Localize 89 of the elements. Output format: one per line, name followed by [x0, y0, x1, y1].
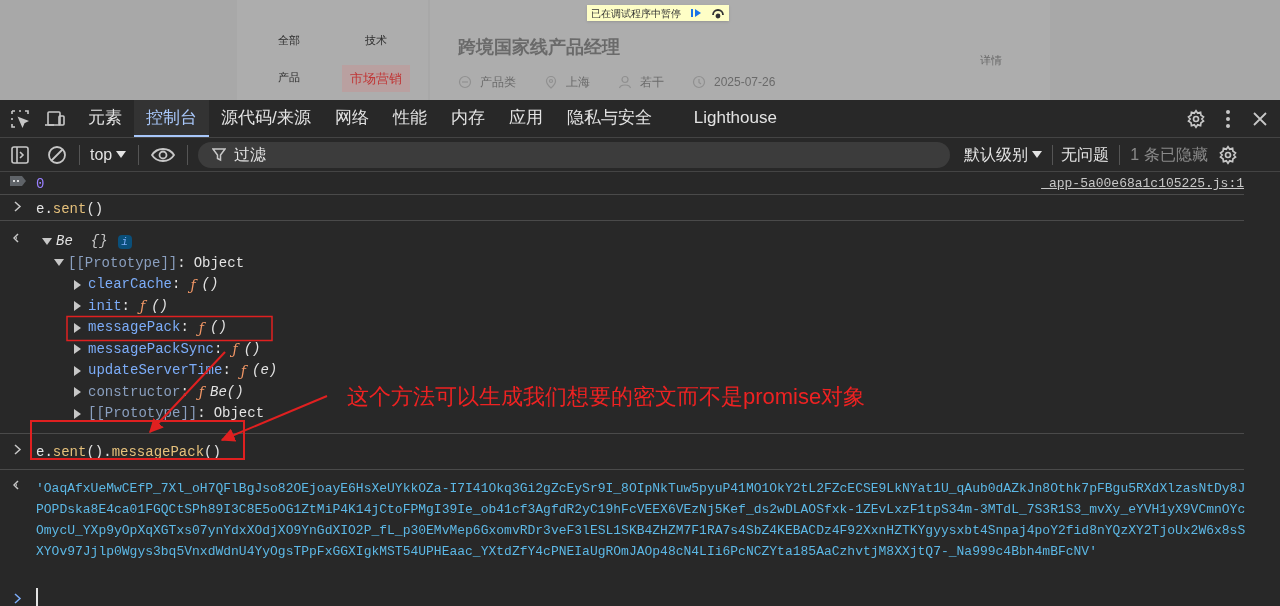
- expand-triangle-icon[interactable]: [74, 387, 81, 398]
- string-result: 'OaqAfxUeMwCEfP_7Xl_oH7QFlBgJso82OEjoayE6HsXeUYkkOZa-I7I41Okq3Gi2gZcEySr9I_8OIpNkTuw5pyuP41MO1OkY2tL2FZcECSE9LkNYat1U_qAub0dAZkJn8Othk7pFBgu5RXdXlzasNtDy8JPOPDska8E4ca01FGQCtSPh89I3C8E5oOG1ZtMiP4K14jCtoFPMgI39Ie_ob41cf3AgfdR2yC19hFcVEEX6VEzNj5Kef_ds2wDLAOSfxk-1ZEvLxzF1tpS34m-3MTdL_7S3R1S3_mvXy_eYVH1yX9VCmnOYcOmycU_YXp9yOpXqXGTxs07ynYdxXOdjXO9YnGdXIO2P_fL_p30EMvMep6GxomvRDr3veF3lESL1SKB4ZHZM7F1RA7s4SbZ4KEBACDz4F92XxnHZTKYgyysxbt4Snpaj4poY2fid8nYQzXY2TjoUx2W6x8sSXYOv97Jjlp0Wgys3bq5VnxdWdnU4YyOgsTPpFxGGXIgkMST54UPHEaac_YXtdZfY4cPNEIaUgROmJAOp48cN4LIi6PcNCZYta185AaCzhvtjM8XXjtQ7-_Na999c4Bbh4mBFcNV': [36, 479, 1246, 561]
- filter-field[interactable]: 过滤: [198, 141, 951, 168]
- function-sign: ƒ: [138, 297, 148, 316]
- log-value: 0: [36, 175, 45, 192]
- input-prompt-icon: [14, 201, 22, 212]
- collapse-triangle-icon[interactable]: [42, 237, 52, 246]
- more-options-icon[interactable]: [1226, 109, 1230, 128]
- log-levels-dropdown[interactable]: 默认级别: [964, 142, 1043, 167]
- job-meta: 2025-07-26: [714, 74, 776, 91]
- filter-icon: [212, 147, 227, 162]
- function-sign: ƒ: [196, 383, 206, 402]
- issues-button[interactable]: 无问题: [1061, 142, 1110, 167]
- function-args: (e): [252, 361, 278, 381]
- category-tab[interactable]: 产品: [269, 64, 308, 92]
- clock-icon: [692, 75, 706, 89]
- resume-icon[interactable]: [689, 7, 703, 19]
- text-cursor: [36, 587, 38, 606]
- eval-badge-icon: [10, 176, 26, 186]
- property-key: [[Prototype]]: [68, 252, 178, 274]
- caret-icon: [116, 151, 127, 158]
- context-selector[interactable]: top: [90, 142, 127, 167]
- step-over-icon[interactable]: [711, 7, 725, 19]
- function-args: (): [243, 339, 261, 359]
- annotation-text: 这个方法可以生成我们想要的密文而不是promise对象: [347, 383, 866, 411]
- key-separator: :: [177, 253, 186, 273]
- function-sign: ƒ: [188, 275, 198, 294]
- devtools-tab[interactable]: 元素: [76, 100, 134, 137]
- input-prompt-icon: [14, 443, 22, 455]
- devtools-tab[interactable]: Lighthouse: [681, 100, 789, 137]
- key-separator: :: [172, 275, 181, 295]
- settings-icon[interactable]: [1186, 108, 1206, 129]
- property-value: Object: [213, 404, 265, 424]
- command-text: e.sent(): [36, 201, 104, 217]
- property-key: messagePack: [88, 317, 181, 339]
- devtools-tab[interactable]: 源代码/来源: [209, 100, 323, 137]
- settings-icon[interactable]: [1217, 144, 1238, 165]
- job-meta: 产品类: [480, 74, 516, 91]
- expand-triangle-icon[interactable]: [74, 279, 81, 290]
- clear-console-icon[interactable]: [47, 144, 67, 165]
- property-key: constructor: [88, 381, 181, 403]
- key-separator: :: [214, 339, 223, 359]
- debugger-paused-banner: 已在调试程序中暂停: [587, 5, 729, 21]
- expand-triangle-icon[interactable]: [74, 322, 81, 333]
- source-link[interactable]: _app-5a00e68a1c105225.js:1: [1041, 174, 1244, 192]
- key-separator: :: [180, 382, 189, 402]
- property-value: Object: [193, 253, 245, 273]
- key-separator: :: [180, 318, 189, 338]
- close-icon[interactable]: [1252, 110, 1268, 127]
- function-args: Be(): [210, 382, 244, 402]
- inspect-element-icon[interactable]: [10, 108, 30, 129]
- expand-triangle-icon[interactable]: [74, 344, 81, 355]
- key-separator: :: [197, 404, 206, 424]
- devtools-tab[interactable]: 网络: [322, 100, 381, 137]
- expand-triangle-icon[interactable]: [74, 408, 81, 419]
- info-badge[interactable]: i: [117, 234, 132, 249]
- job-title: 跨境国家线产品经理: [458, 37, 620, 57]
- property-key: init: [88, 295, 122, 317]
- expand-triangle-icon[interactable]: [74, 365, 81, 376]
- devtools-tab[interactable]: 控制台: [134, 100, 209, 137]
- person-icon: [618, 75, 632, 89]
- devtools-tab[interactable]: 应用: [496, 100, 555, 137]
- hidden-count: 1 条已隐藏: [1130, 144, 1208, 165]
- devtools-tab[interactable]: 内存: [438, 100, 497, 137]
- input-prompt-icon: [14, 593, 22, 604]
- function-args: (): [201, 275, 219, 295]
- location-pin-icon: [544, 75, 558, 89]
- category-tab[interactable]: 全部: [269, 28, 308, 53]
- eye-icon[interactable]: [151, 146, 176, 163]
- devtools-tab[interactable]: 隐私与安全: [554, 100, 664, 137]
- property-key: messagePackSync: [88, 338, 215, 360]
- key-separator: :: [121, 296, 130, 316]
- devtools-tab[interactable]: 性能: [380, 100, 439, 137]
- sidebar-toggle-icon[interactable]: [10, 144, 30, 165]
- collapse-triangle-icon[interactable]: [54, 259, 64, 268]
- expand-triangle-icon[interactable]: [74, 301, 81, 312]
- object-preview: {}: [90, 232, 108, 252]
- function-args: (): [151, 296, 168, 316]
- function-sign: ƒ: [238, 361, 248, 380]
- property-key: clearCache: [88, 274, 172, 296]
- device-toolbar-icon[interactable]: [44, 108, 66, 129]
- function-sign: ƒ: [230, 340, 240, 359]
- caret-icon: [1032, 151, 1043, 158]
- job-meta: 若干: [640, 74, 664, 91]
- object-name: Be: [56, 232, 73, 252]
- function-sign: ƒ: [196, 318, 206, 337]
- key-separator: :: [222, 361, 231, 381]
- function-args: (): [210, 318, 227, 338]
- category-tab[interactable]: 技术: [357, 28, 396, 53]
